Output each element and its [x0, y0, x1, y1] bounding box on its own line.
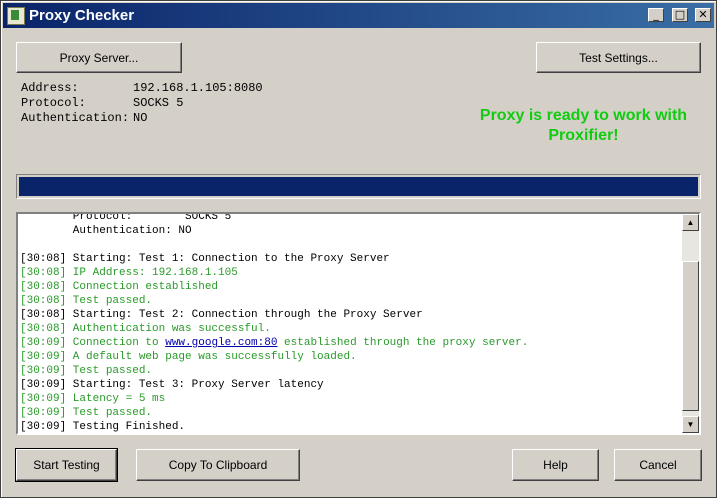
log-line-text: [30:09] Testing Finished.: [20, 421, 186, 433]
scroll-up-icon[interactable]: ▲: [682, 214, 699, 231]
proxy-checker-window: Proxy Checker _ □ ✕ Proxy Server... Test…: [0, 0, 717, 498]
cancel-button[interactable]: Cancel: [614, 449, 702, 481]
log-line: [30:08] IP Address: 192.168.1.105: [20, 266, 679, 280]
log-line: [30:09] Latency = 5 ms: [20, 392, 679, 406]
log-line-text: [30:08] Connection established: [20, 281, 219, 293]
log-line: [30:09] Test passed.: [20, 406, 679, 420]
log-line: [30:09] Test passed.: [20, 364, 679, 378]
log-line-text: [30:09] Connection to: [20, 337, 166, 349]
log-line-text: [30:09] Test passed.: [20, 365, 153, 377]
protocol-value: SOCKS 5: [133, 96, 184, 110]
log-line: Authentication: NO: [20, 224, 679, 238]
log-line: [30:08] Test passed.: [20, 294, 679, 308]
log-line-text: Authentication: NO: [20, 225, 192, 237]
scroll-down-icon[interactable]: ▼: [682, 416, 699, 433]
app-icon: [7, 7, 25, 25]
log-line-text: Protocol: SOCKS 5: [20, 212, 232, 223]
log-line: Protocol: SOCKS 5: [20, 212, 679, 224]
copy-to-clipboard-button[interactable]: Copy To Clipboard: [136, 449, 300, 481]
log-line: [30:09] Connection to www.google.com:80 …: [20, 336, 679, 350]
log-line: [30:08] Starting: Test 2: Connection thr…: [20, 308, 679, 322]
log-content: Protocol: SOCKS 5 Authentication: NO [30…: [20, 212, 679, 433]
log-link[interactable]: www.google.com:80: [165, 337, 277, 349]
log-line: [30:09] A default web page was successfu…: [20, 350, 679, 364]
log-line-text: [30:09] Test passed.: [20, 407, 153, 419]
log-line-text: established through the proxy server.: [277, 337, 529, 349]
log-output[interactable]: Protocol: SOCKS 5 Authentication: NO [30…: [16, 212, 701, 435]
log-line-text: [30:09] Starting: Test 3: Proxy Server l…: [20, 379, 324, 391]
log-line: [30:08] Connection established: [20, 280, 679, 294]
log-scrollbar[interactable]: ▲ ▼: [682, 214, 699, 433]
progress-fill: [19, 177, 698, 196]
maximize-button[interactable]: □: [672, 8, 688, 22]
authentication-label: Authentication:: [21, 111, 130, 125]
progress-bar: [16, 174, 701, 199]
log-line: [20, 238, 679, 252]
test-settings-button[interactable]: Test Settings...: [536, 42, 701, 73]
protocol-label: Protocol:: [21, 96, 86, 110]
log-line-text: [30:08] Starting: Test 1: Connection to …: [20, 253, 390, 265]
log-line-text: [30:08] Starting: Test 2: Connection thr…: [20, 309, 423, 321]
log-line-text: [30:08] Authentication was successful.: [20, 323, 271, 335]
log-line-text: [30:08] Test passed.: [20, 295, 153, 307]
proxy-server-button[interactable]: Proxy Server...: [16, 42, 182, 73]
authentication-value: NO: [133, 111, 148, 125]
window-title: Proxy Checker: [29, 7, 135, 24]
log-line-text: [30:09] Latency = 5 ms: [20, 393, 166, 405]
close-button[interactable]: ✕: [695, 8, 711, 22]
minimize-button[interactable]: _: [648, 8, 664, 22]
help-button[interactable]: Help: [512, 449, 599, 481]
address-value: 192.168.1.105:8080: [133, 81, 263, 95]
log-line: [30:08] Starting: Test 1: Connection to …: [20, 252, 679, 266]
status-message: Proxy is ready to work with Proxifier!: [479, 107, 688, 144]
log-line: [30:09] Testing Finished.: [20, 420, 679, 433]
log-line-text: [30:08] IP Address: 192.168.1.105: [20, 267, 238, 279]
title-bar[interactable]: Proxy Checker _ □ ✕: [3, 3, 714, 28]
log-line-text: [20, 239, 27, 251]
log-line: [30:09] Starting: Test 3: Proxy Server l…: [20, 378, 679, 392]
address-label: Address:: [21, 81, 79, 95]
start-testing-button[interactable]: Start Testing: [15, 448, 118, 482]
log-line: [30:08] Authentication was successful.: [20, 322, 679, 336]
log-line-text: [30:09] A default web page was successfu…: [20, 351, 357, 363]
scroll-thumb[interactable]: [682, 261, 699, 411]
